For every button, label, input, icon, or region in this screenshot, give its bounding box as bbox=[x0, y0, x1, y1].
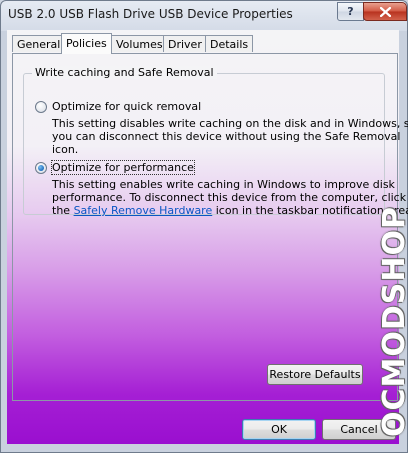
help-button[interactable]: ? bbox=[337, 2, 364, 21]
tab-driver[interactable]: Driver bbox=[163, 35, 207, 52]
groupbox-title: Write caching and Safe Removal bbox=[32, 66, 217, 79]
performance-description: This setting enables write caching in Wi… bbox=[52, 178, 408, 217]
quick-removal-desc-line: you can disconnect this device without u… bbox=[52, 130, 401, 143]
desc-post-link: icon in the taskbar notification area. bbox=[212, 204, 408, 217]
desc-pre-link: the bbox=[52, 204, 74, 217]
tab-volumes[interactable]: Volumes bbox=[111, 35, 168, 52]
tab-policies[interactable]: Policies bbox=[61, 33, 112, 54]
quick-removal-desc-line: This setting disables write caching on t… bbox=[52, 117, 408, 130]
quick-removal-desc-line: icon. bbox=[52, 143, 79, 156]
tab-general[interactable]: General bbox=[12, 35, 66, 52]
close-button[interactable] bbox=[363, 2, 407, 21]
radio-selected-dot bbox=[38, 165, 44, 171]
performance-desc-line: performance. To disconnect this device f… bbox=[52, 191, 407, 204]
performance-label[interactable]: Optimize for performance bbox=[51, 160, 195, 175]
safely-remove-hardware-link[interactable]: Safely Remove Hardware bbox=[74, 204, 213, 217]
quick-removal-label[interactable]: Optimize for quick removal bbox=[52, 100, 201, 113]
tab-details[interactable]: Details bbox=[205, 35, 254, 52]
quick-removal-description: This setting disables write caching on t… bbox=[52, 117, 408, 156]
question-mark-icon: ? bbox=[347, 5, 354, 18]
cancel-button[interactable]: Cancel bbox=[322, 419, 396, 440]
restore-defaults-button[interactable]: Restore Defaults bbox=[267, 364, 363, 385]
close-x-icon bbox=[379, 6, 391, 17]
performance-desc-line: the Safely Remove Hardware icon in the t… bbox=[52, 204, 408, 217]
ok-button[interactable]: OK bbox=[242, 419, 316, 440]
title-bar[interactable]: USB 2.0 USB Flash Drive USB Device Prope… bbox=[1, 1, 407, 30]
performance-radio[interactable] bbox=[35, 162, 47, 174]
performance-desc-line: This setting enables write caching in Wi… bbox=[52, 178, 395, 191]
window-title: USB 2.0 USB Flash Drive USB Device Prope… bbox=[8, 7, 293, 21]
quick-removal-radio[interactable] bbox=[35, 101, 47, 113]
